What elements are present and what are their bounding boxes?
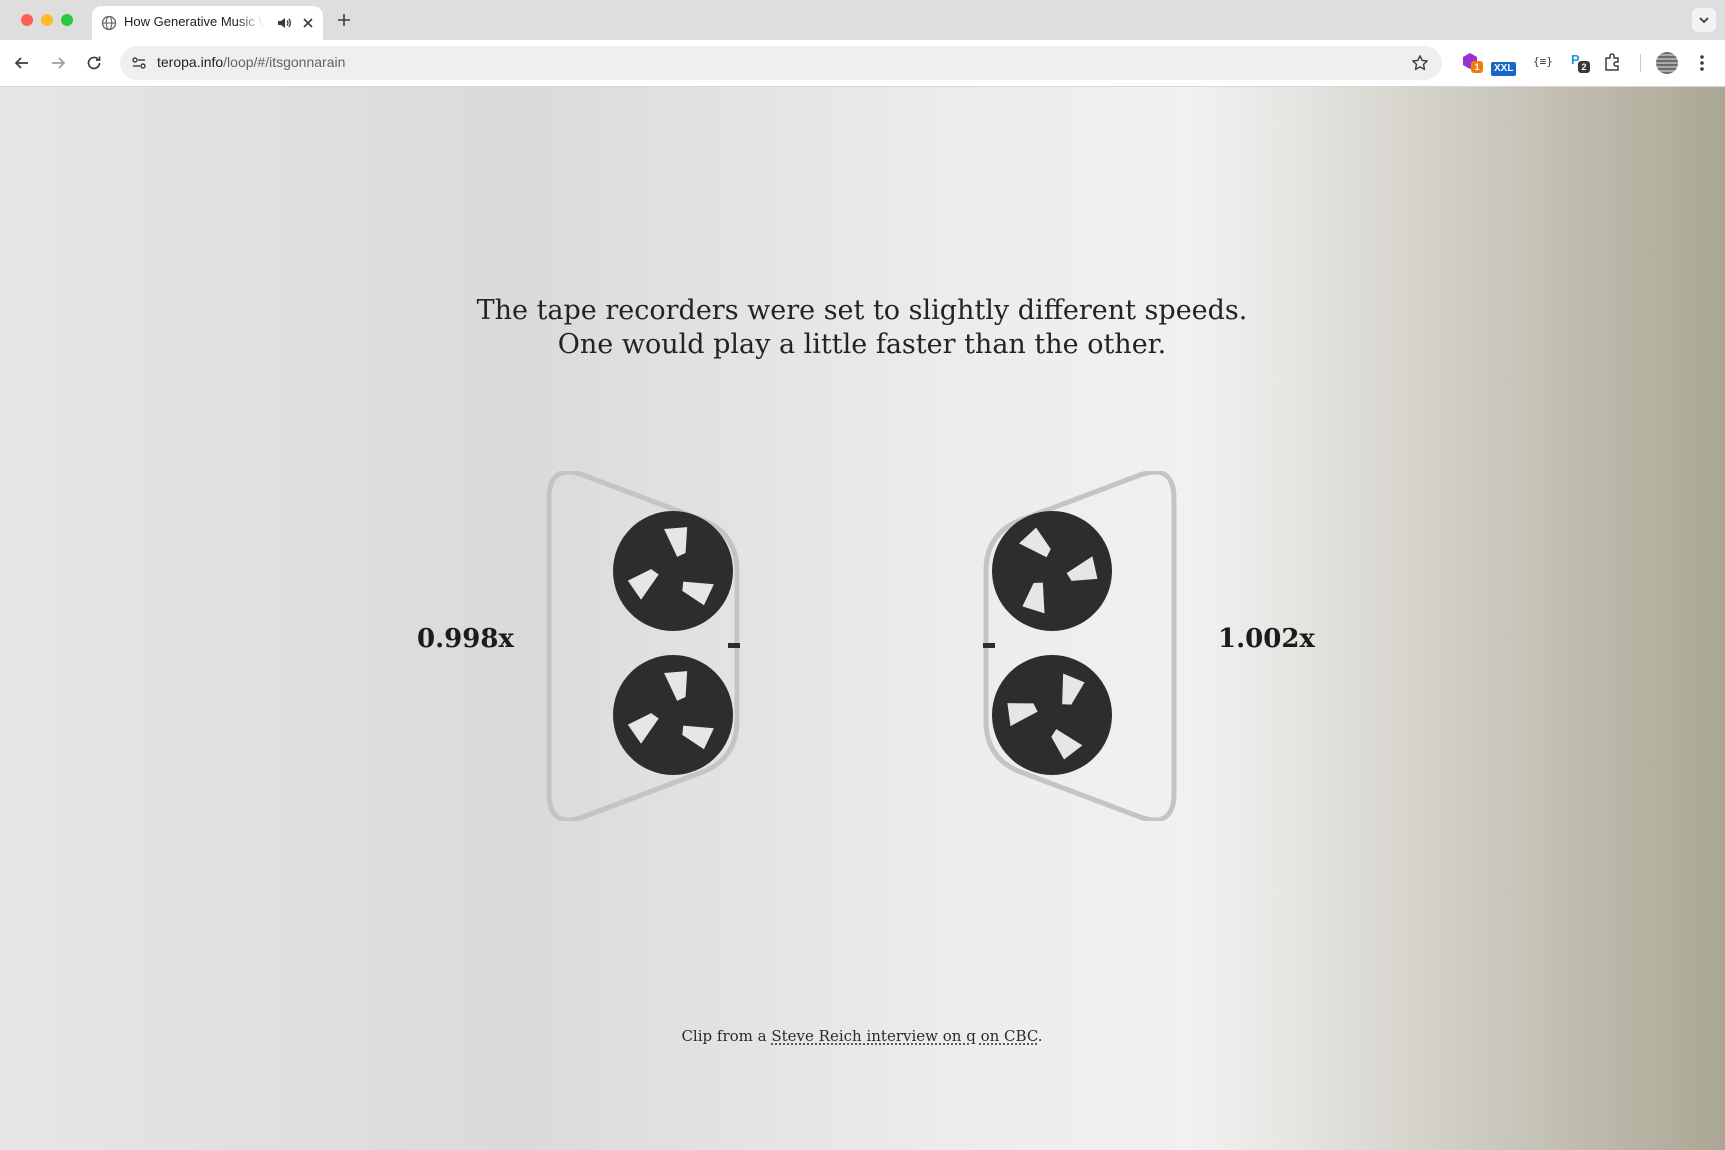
left-tape-recorder[interactable]	[545, 471, 745, 821]
extension-badge: 2	[1578, 61, 1590, 73]
zoom-window-button[interactable]	[61, 14, 73, 26]
interview-link[interactable]: Steve Reich interview on q on CBC	[771, 1027, 1037, 1045]
right-tape-head	[983, 643, 995, 648]
tab-search-button[interactable]	[1692, 8, 1716, 32]
globe-icon	[101, 15, 117, 31]
right-tape-recorder[interactable]	[978, 471, 1178, 821]
headline-line-2: One would play a little faster than the …	[557, 329, 1167, 360]
extension-code-icon[interactable]: {≡}	[1533, 50, 1555, 74]
speaker-icon[interactable]	[276, 15, 292, 31]
minimize-window-button[interactable]	[41, 14, 53, 26]
back-arrow-icon[interactable]	[12, 53, 32, 73]
extension-p-icon[interactable]: P 2	[1568, 50, 1592, 74]
caption-prefix: Clip from a	[681, 1027, 772, 1045]
tab-strip: How Generative Music Works	[0, 0, 1725, 40]
site-info-icon[interactable]	[130, 54, 148, 72]
right-upper-reel	[992, 511, 1112, 631]
extension-badge: 1	[1471, 61, 1483, 73]
left-upper-reel	[613, 511, 733, 631]
forward-arrow-icon[interactable]	[48, 53, 68, 73]
bookmark-star-icon[interactable]	[1410, 53, 1430, 73]
url-text: teropa.info/loop/#/itsgonnarain	[157, 54, 345, 70]
caption: Clip from a Steve Reich interview on q o…	[362, 1027, 1362, 1045]
url-path: /loop/#/itsgonnarain	[223, 54, 346, 70]
close-tab-icon[interactable]	[299, 14, 317, 32]
address-bar[interactable]: teropa.info/loop/#/itsgonnarain	[120, 46, 1442, 80]
right-speed-label: 1.002x	[1218, 624, 1315, 654]
extension-xxl-icon[interactable]: XXL	[1491, 62, 1517, 76]
extension-hexagon-icon[interactable]: 1	[1460, 50, 1484, 74]
new-tab-icon[interactable]	[334, 10, 354, 30]
caption-suffix: .	[1037, 1027, 1043, 1045]
active-tab[interactable]: How Generative Music Works	[92, 6, 323, 40]
page-content: The tape recorders were set to slightly …	[0, 87, 1725, 1150]
puzzle-piece-icon[interactable]	[1602, 51, 1624, 73]
left-lower-reel	[613, 655, 733, 775]
chevron-down-icon	[1699, 17, 1709, 24]
toolbar-separator	[1640, 54, 1641, 72]
close-window-button[interactable]	[21, 14, 33, 26]
headline-line-1: The tape recorders were set to slightly …	[476, 295, 1248, 326]
right-lower-reel	[992, 655, 1112, 775]
left-tape-head	[728, 643, 740, 648]
kebab-menu-icon[interactable]	[1695, 52, 1709, 74]
tab-title: How Generative Music Works	[124, 14, 264, 29]
browser-toolbar: teropa.info/loop/#/itsgonnarain 1 XXL {≡…	[0, 40, 1725, 87]
headline: The tape recorders were set to slightly …	[362, 294, 1362, 362]
reload-icon[interactable]	[84, 53, 104, 73]
url-host: teropa.info	[157, 54, 224, 70]
left-speed-label: 0.998x	[417, 624, 514, 654]
profile-avatar[interactable]	[1656, 52, 1678, 74]
